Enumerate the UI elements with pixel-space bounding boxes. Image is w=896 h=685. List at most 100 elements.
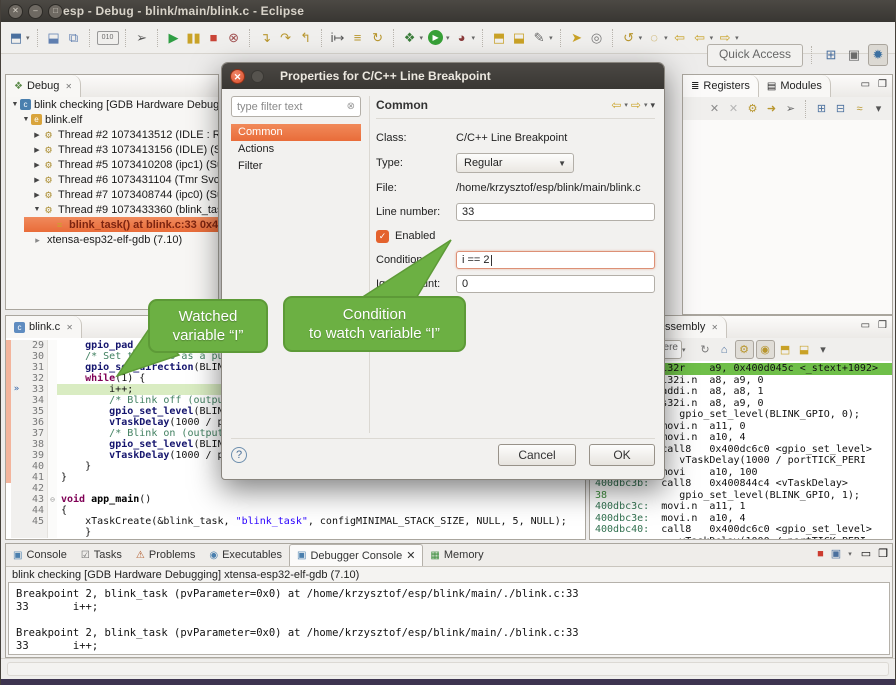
maximize-icon[interactable]: ❒ xyxy=(878,320,887,331)
disassembly-line[interactable]: 400dbc3e: movi.n a10, 4 xyxy=(590,513,892,525)
edit-icon[interactable]: ✎ xyxy=(530,28,548,48)
expand-icon[interactable]: ▶ xyxy=(32,176,42,184)
cancel-button[interactable]: Cancel xyxy=(498,444,576,466)
dialog-close-icon[interactable]: ✕ xyxy=(230,69,245,84)
forward-icon[interactable]: ⇨ xyxy=(631,98,641,112)
console-dropdown-icon[interactable]: ▾ xyxy=(848,550,852,558)
tree-item[interactable]: ▶⚙Thread #6 1073431104 (Tmr Svc) (Su xyxy=(6,172,218,187)
resume-icon[interactable]: ▶ xyxy=(165,28,183,48)
expand-icon[interactable]: ▶ xyxy=(32,146,42,154)
debug-perspective-icon[interactable]: ✹ xyxy=(868,44,888,66)
expand-icon[interactable]: ▶ xyxy=(32,191,42,199)
breakpoint-gutter[interactable] xyxy=(11,340,22,351)
pin-view-icon[interactable]: ⬓ xyxy=(796,341,813,358)
refresh-icon[interactable]: ↻ xyxy=(697,341,714,358)
forward-dropdown-icon[interactable]: ▾ xyxy=(735,34,739,42)
suspend-icon[interactable]: ▮▮ xyxy=(185,28,203,48)
forward-dropdown-icon[interactable]: ▾ xyxy=(644,101,648,109)
tab-console[interactable]: ▣Console xyxy=(6,544,74,566)
type-select[interactable]: Regular ▼ xyxy=(456,153,574,173)
dialog-nav-common[interactable]: Common xyxy=(231,124,361,141)
breakpoint-gutter[interactable] xyxy=(11,450,22,461)
sync-active-icon[interactable]: ⚙ xyxy=(735,340,754,359)
terminate-icon[interactable]: ■ xyxy=(205,28,223,48)
filter-input[interactable]: type filter text ⊗ xyxy=(231,96,361,117)
view-menu-icon[interactable]: ▾ xyxy=(870,100,887,117)
tab-executables[interactable]: ◉Executables xyxy=(202,544,289,566)
tree-item[interactable]: ▶⚙Thread #7 1073408744 (ipc0) (Susp xyxy=(6,187,218,202)
cpp-perspective-icon[interactable]: ▣ xyxy=(845,45,863,65)
editor-line[interactable]: 42 xyxy=(6,483,585,494)
editor-line[interactable]: } xyxy=(6,527,585,538)
condition-field[interactable]: i == 2 xyxy=(456,251,655,269)
step-into-icon[interactable]: ↴ xyxy=(257,28,275,48)
breakpoint-gutter[interactable] xyxy=(11,406,22,417)
breakpoint-gutter[interactable] xyxy=(11,439,22,450)
tree-item[interactable]: ▼eblink.elf xyxy=(6,112,218,127)
step-filters-icon[interactable]: ≡ xyxy=(349,28,367,48)
console-output[interactable]: Breakpoint 2, blink_task (pvParameter=0x… xyxy=(8,582,890,655)
last-edit-location-icon[interactable]: ↺ xyxy=(620,28,638,48)
window-close-icon[interactable]: ✕ xyxy=(8,4,23,19)
expand-icon[interactable]: ▼ xyxy=(32,206,42,213)
quick-access-button[interactable]: Quick Access xyxy=(707,44,803,67)
step-over-icon[interactable]: ↷ xyxy=(277,28,295,48)
tree-item-selected[interactable]: ≡blink_task() at blink.c:33 0x400db xyxy=(24,217,218,232)
fold-icon[interactable]: ⊖ xyxy=(47,494,57,505)
open-new-view-icon[interactable]: ⬒ xyxy=(777,341,794,358)
new-wizard-dropdown-icon[interactable]: ▾ xyxy=(26,34,30,42)
terminate-icon[interactable]: ■ xyxy=(817,548,824,560)
edit-dropdown-icon[interactable]: ▾ xyxy=(549,34,553,42)
run-dropdown-icon[interactable]: ▾ xyxy=(446,34,450,42)
breakpoint-gutter[interactable] xyxy=(11,461,22,472)
tab-modules[interactable]: ▤Modules xyxy=(759,75,831,97)
ok-button[interactable]: OK xyxy=(589,444,655,466)
editor-line[interactable]: 44{ xyxy=(6,505,585,516)
breakpoint-gutter[interactable] xyxy=(11,373,22,384)
remove-all-icon[interactable]: ✕ xyxy=(706,100,723,117)
breakpoint-gutter[interactable] xyxy=(11,395,22,406)
line-number-field[interactable]: 33 xyxy=(456,203,655,221)
dialog-minimize-icon[interactable] xyxy=(251,70,264,83)
coverage-icon[interactable]: ◕ xyxy=(453,28,471,48)
build-binary-icon[interactable]: 010 xyxy=(97,31,119,45)
tab-registers[interactable]: ≣Registers xyxy=(683,75,759,97)
last-edit-location-dropdown-icon[interactable]: ▾ xyxy=(639,34,643,42)
window-maximize-icon[interactable]: □ xyxy=(48,4,63,19)
breakpoint-icon[interactable]: » xyxy=(11,384,22,395)
help-icon[interactable]: ? xyxy=(231,447,247,463)
disassembly-line[interactable]: 38 gpio_set_level(BLINK_GPIO, 1); xyxy=(590,490,892,502)
open-perspective-icon[interactable]: ⊞ xyxy=(822,45,840,65)
breakpoint-gutter[interactable] xyxy=(11,505,22,516)
layout-icon[interactable]: ≈ xyxy=(851,100,868,117)
team-sync-icon[interactable]: ◎ xyxy=(588,28,606,48)
back-icon[interactable]: ⇦ xyxy=(691,28,709,48)
expand-icon[interactable]: ▶ xyxy=(32,131,42,139)
show-columns-icon[interactable]: ⚙ xyxy=(744,100,761,117)
step-return-icon[interactable]: ↰ xyxy=(297,28,315,48)
back-icon[interactable]: ⇦ xyxy=(611,98,621,112)
previous-edit-icon[interactable]: ⇦ xyxy=(671,28,689,48)
run-icon[interactable]: ▶ xyxy=(428,30,443,45)
breakpoint-gutter[interactable] xyxy=(11,417,22,428)
back-dropdown-icon[interactable]: ▾ xyxy=(710,34,714,42)
disconnect-icon[interactable]: ⊗ xyxy=(225,28,243,48)
disassembly-line[interactable]: 400dbc40: call8 0x400dc6c0 <gpio_set_lev… xyxy=(590,524,892,536)
tree-item[interactable]: ▶⚙Thread #2 1073413512 (IDLE : Runn xyxy=(6,127,218,142)
tree-item[interactable]: ▶⚙Thread #3 1073413156 (IDLE) (Susp xyxy=(6,142,218,157)
editor-line[interactable]: 43⊖void app_main() xyxy=(6,494,585,505)
home-icon[interactable]: ⌂ xyxy=(716,341,733,358)
restart-icon[interactable]: ↻ xyxy=(369,28,387,48)
expand-icon[interactable]: ▶ xyxy=(32,161,42,169)
remove-selected-icon[interactable]: ✕ xyxy=(725,100,742,117)
expand-icon[interactable]: ▼ xyxy=(10,101,20,108)
close-icon[interactable]: ✕ xyxy=(406,549,415,562)
dialog-nav-actions[interactable]: Actions xyxy=(231,141,361,158)
back-dropdown-icon[interactable]: ▾ xyxy=(624,101,628,109)
tab-debug[interactable]: ❖ Debug ✕ xyxy=(6,75,81,97)
breakpoint-gutter[interactable] xyxy=(11,494,22,505)
import-project-icon[interactable]: ⬓ xyxy=(510,28,528,48)
new-wizard-icon[interactable]: ⬒ xyxy=(7,28,25,48)
tree-item[interactable]: ▼⚙Thread #9 1073433360 (blink_task xyxy=(6,202,218,217)
dialog-nav-filter[interactable]: Filter xyxy=(231,158,361,175)
